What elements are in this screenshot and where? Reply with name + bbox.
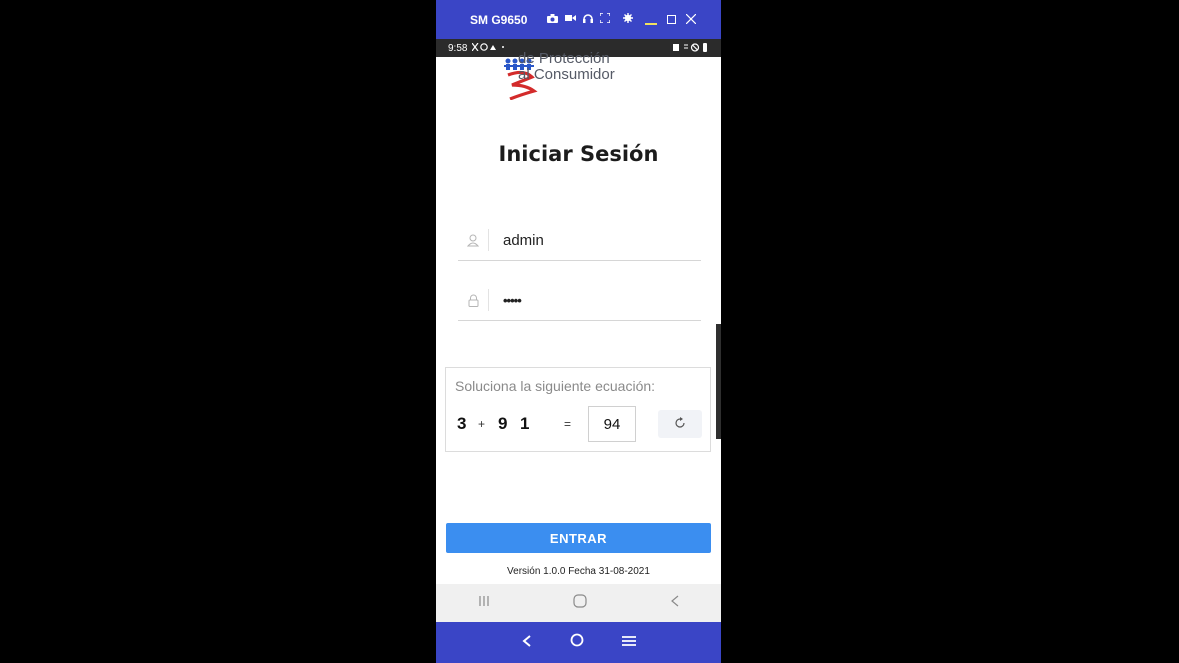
back-icon[interactable]: [670, 594, 680, 612]
logo-text: de Protección al Consumidor: [518, 51, 615, 83]
video-icon[interactable]: [565, 14, 577, 25]
captcha-operand-1: 3: [457, 414, 467, 433]
phone-emulator-window: SM G9650 9:58 de Protección al Consumido…: [436, 0, 721, 663]
captcha-equals: =: [564, 417, 572, 431]
scroll-indicator[interactable]: [716, 324, 721, 439]
home-icon[interactable]: [570, 633, 584, 652]
username-field[interactable]: admin: [458, 220, 701, 261]
home-icon[interactable]: [572, 593, 587, 613]
system-status-icons: [673, 42, 709, 54]
notification-icons: [471, 42, 506, 53]
logo-line-2: al Consumidor: [518, 66, 615, 83]
field-separator: [488, 289, 489, 311]
version-text: Versión 1.0.0 Fecha 31-08-2021: [507, 566, 650, 577]
emulator-title: SM G9650: [470, 12, 528, 27]
emulator-title-bar: SM G9650: [436, 0, 721, 39]
fullscreen-icon[interactable]: [599, 12, 612, 26]
logo-line-1: de Protección: [518, 50, 610, 67]
page-title: Iniciar Sesión: [498, 142, 659, 166]
password-input[interactable]: •••••: [503, 293, 522, 308]
lock-icon: [458, 294, 488, 307]
field-separator: [488, 229, 489, 251]
login-button[interactable]: ENTRAR: [446, 523, 711, 553]
android-nav-bar: [436, 584, 721, 622]
emulator-toolbar: [547, 12, 634, 26]
headphones-icon[interactable]: [583, 13, 594, 26]
minimize-icon[interactable]: [645, 22, 658, 25]
settings-icon[interactable]: [623, 13, 634, 26]
username-input[interactable]: admin: [503, 232, 544, 249]
back-icon[interactable]: [521, 634, 532, 652]
refresh-icon: [674, 416, 686, 432]
captcha-answer-input[interactable]: 94: [588, 406, 636, 442]
window-buttons: [645, 13, 697, 27]
captcha-operand-2a: 9: [498, 414, 508, 433]
captcha-plus: +: [478, 417, 486, 431]
menu-icon[interactable]: [621, 634, 636, 652]
captcha-refresh-button[interactable]: [658, 410, 702, 438]
captcha-equation: 3 + 9 1 = 94: [446, 406, 712, 444]
status-time: 9:58: [448, 42, 468, 54]
captcha-operand-2b: 1: [520, 414, 530, 433]
camera-icon[interactable]: [547, 13, 559, 26]
captcha-prompt: Soluciona la siguiente ecuación:: [455, 378, 656, 394]
password-field[interactable]: •••••: [458, 280, 701, 321]
recent-apps-icon[interactable]: [478, 594, 490, 612]
user-icon: [458, 234, 488, 247]
maximize-icon[interactable]: [667, 15, 677, 24]
emulator-nav-bar: [436, 622, 721, 663]
captcha-box: Soluciona la siguiente ecuación: 3 + 9 1…: [445, 367, 711, 452]
close-icon[interactable]: [685, 13, 697, 27]
